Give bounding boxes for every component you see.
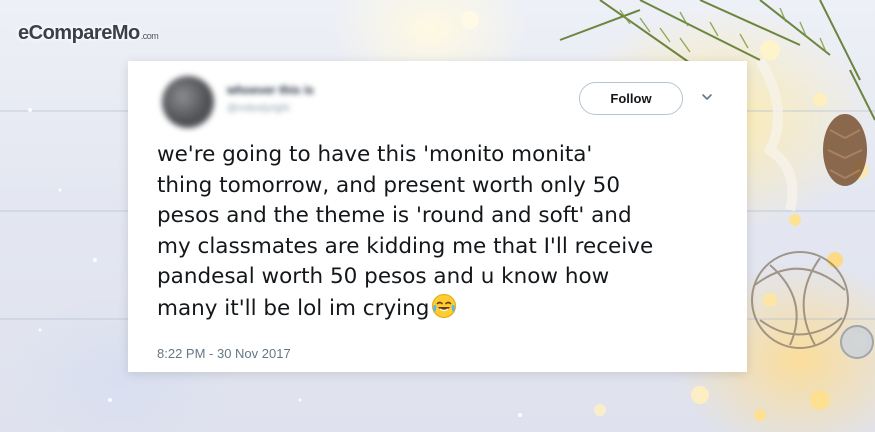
follow-button[interactable]: Follow [579, 82, 683, 115]
chevron-down-icon[interactable] [699, 89, 715, 105]
face-with-tears-of-joy-icon [432, 293, 457, 318]
tweet-card: whoever this is @nobodyright Follow we'r… [128, 61, 747, 372]
logo-suffix: .com [140, 31, 159, 41]
user-display-name[interactable]: whoever this is [227, 83, 314, 97]
tweet-body: we're going to have this 'monito monita'… [157, 142, 654, 321]
ecomparemo-logo: eCompareMo.com [18, 22, 159, 45]
tweet-timestamp[interactable]: 8:22 PM - 30 Nov 2017 [157, 346, 291, 361]
tweet-text: we're going to have this 'monito monita'… [157, 140, 729, 324]
user-handle[interactable]: @nobodyright [227, 103, 289, 114]
logo-text: eCompareMo [18, 22, 140, 44]
avatar[interactable] [162, 76, 214, 128]
